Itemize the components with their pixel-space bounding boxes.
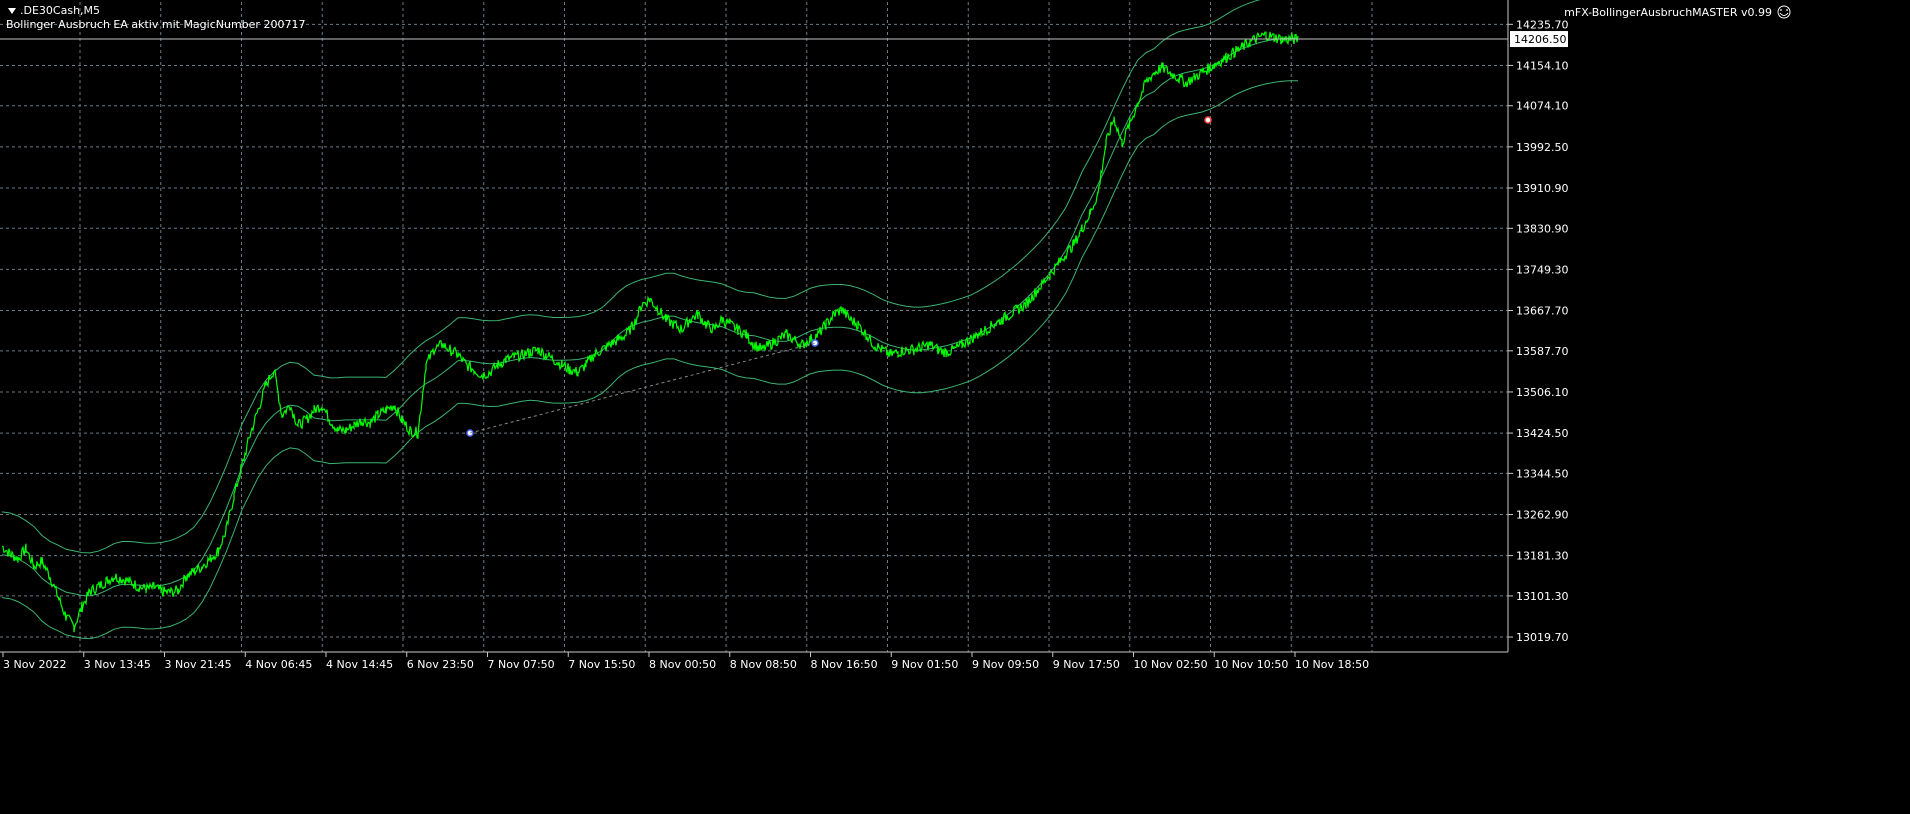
x-tick-label: 6 Nov 23:50 (407, 658, 474, 671)
x-tick-label: 3 Nov 13:45 (84, 658, 151, 671)
symbol-label: .DE30Cash,M5 (20, 4, 100, 17)
x-tick-label: 3 Nov 21:45 (165, 658, 232, 671)
ea-status-text: Bollinger Ausbruch EA aktiv mit MagicNum… (6, 18, 305, 31)
x-tick-label: 3 Nov 2022 (3, 658, 66, 671)
smiley-icon-eye-right (1786, 9, 1788, 11)
chart: 14235.70 14154.10 14074.10 13992.50 13910.90… (0, 0, 1910, 814)
x-tick-label: 4 Nov 14:45 (326, 658, 393, 671)
x-tick-label: 7 Nov 15:50 (568, 658, 635, 671)
trade-marker-exit[interactable] (1204, 116, 1212, 124)
y-tick-label: 13830.90 (1516, 222, 1569, 235)
y-tick-label: 13506.10 (1516, 386, 1569, 399)
ea-header: mFX-BollingerAusbruchMASTER v0.99 (1564, 5, 1791, 19)
y-tick-label: 13181.30 (1516, 550, 1569, 563)
current-price-label: 14206.50 (1514, 33, 1567, 46)
x-tick-label: 4 Nov 06:45 (245, 658, 312, 671)
x-tick-label: 10 Nov 10:50 (1214, 658, 1288, 671)
smiley-icon-eye-left (1780, 9, 1782, 11)
y-tick-label: 13344.50 (1516, 467, 1569, 480)
x-tick-label: 8 Nov 08:50 (730, 658, 797, 671)
x-tick-label: 8 Nov 16:50 (811, 658, 878, 671)
x-tick-label: 10 Nov 02:50 (1134, 658, 1208, 671)
ea-name: mFX-BollingerAusbruchMASTER v0.99 (1564, 6, 1772, 19)
x-tick-label: 9 Nov 01:50 (891, 658, 958, 671)
y-tick-label: 13019.70 (1516, 631, 1569, 644)
x-tick-label: 9 Nov 09:50 (972, 658, 1039, 671)
y-tick-label: 13101.30 (1516, 590, 1569, 603)
y-tick-label: 13424.50 (1516, 427, 1569, 440)
y-tick-label: 13910.90 (1516, 182, 1569, 195)
y-tick-label: 13667.70 (1516, 305, 1569, 318)
x-tick-label: 8 Nov 00:50 (649, 658, 716, 671)
x-tick-label: 10 Nov 18:50 (1295, 658, 1369, 671)
y-tick-label: 14235.70 (1516, 18, 1569, 31)
x-tick-label: 7 Nov 07:50 (488, 658, 555, 671)
y-tick-label: 13262.90 (1516, 508, 1569, 521)
y-tick-label: 13587.70 (1516, 345, 1569, 358)
y-tick-label: 13749.30 (1516, 263, 1569, 276)
y-tick-label: 14074.10 (1516, 100, 1569, 113)
x-tick-label: 9 Nov 17:50 (1053, 658, 1120, 671)
y-tick-label: 13992.50 (1516, 141, 1569, 154)
y-tick-label: 14154.10 (1516, 59, 1569, 72)
